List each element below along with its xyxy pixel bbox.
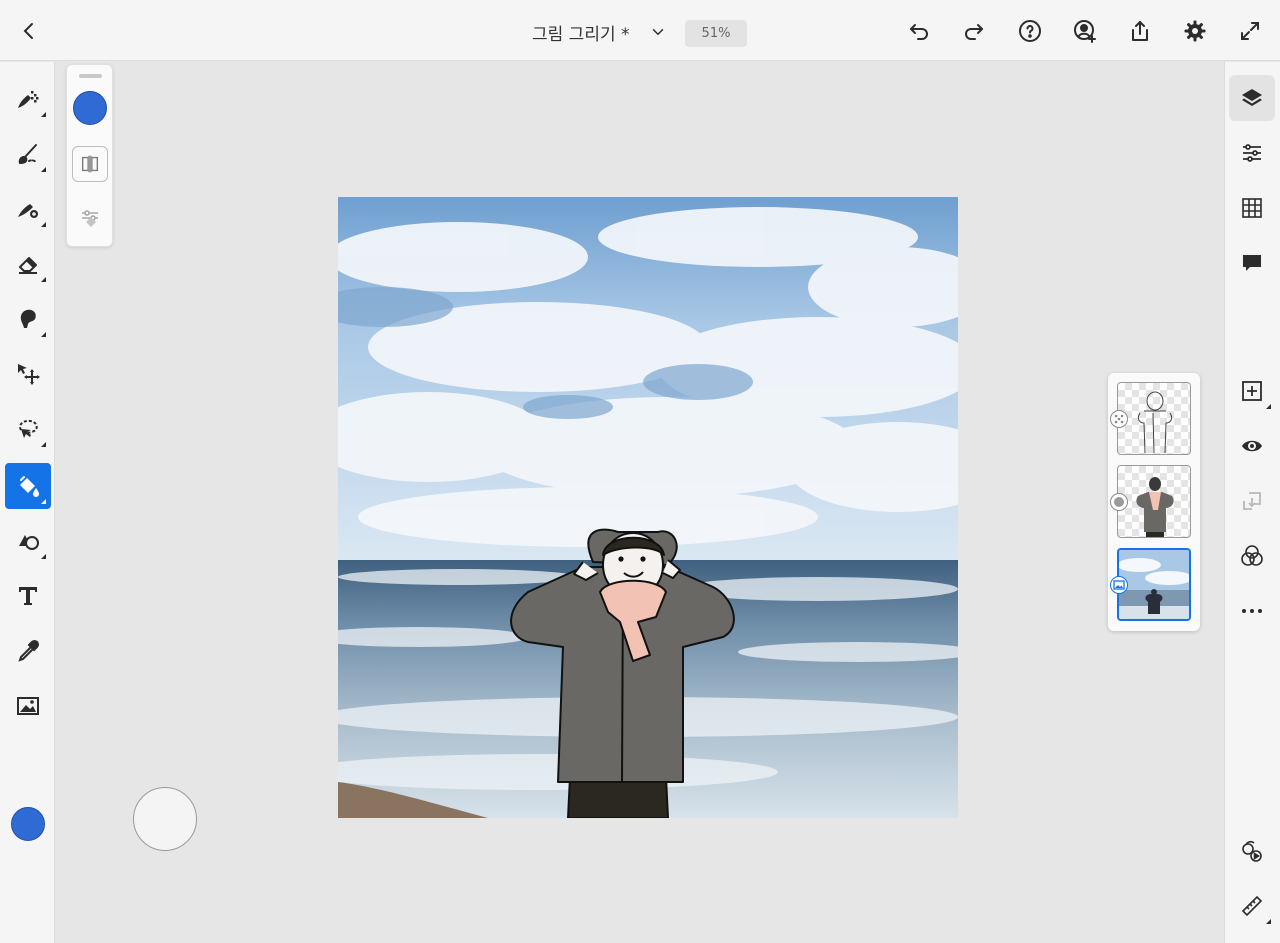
eraser-icon[interactable] — [5, 241, 51, 287]
text-icon[interactable] — [5, 573, 51, 619]
redo-icon[interactable] — [959, 16, 989, 46]
gap-closure-icon[interactable] — [73, 202, 107, 236]
drawing-canvas[interactable] — [338, 197, 958, 818]
layer-thumbnail-line-art[interactable] — [1117, 382, 1191, 455]
current-color-swatch[interactable] — [11, 807, 45, 841]
document-title[interactable]: 그림 그리기 * — [532, 20, 630, 45]
zoom-level-badge[interactable]: 51% — [685, 20, 747, 47]
pixel-layer-icon — [1110, 493, 1128, 511]
layer-thumbnail-color-fill[interactable] — [1117, 465, 1191, 538]
back-chevron-icon[interactable] — [14, 16, 44, 46]
blend-mode-icon[interactable] — [1229, 533, 1275, 579]
share-export-icon[interactable] — [1125, 16, 1155, 46]
vector-brush-icon[interactable] — [5, 186, 51, 232]
layer-properties-icon[interactable] — [1229, 130, 1275, 176]
sample-all-layers-icon[interactable] — [72, 146, 108, 182]
timelapse-replay-icon[interactable] — [1229, 828, 1275, 874]
ruler-icon[interactable] — [1229, 883, 1275, 929]
image-layer-icon — [1110, 576, 1128, 594]
live-brush-icon[interactable] — [5, 131, 51, 177]
pixel-brush-icon[interactable] — [5, 76, 51, 122]
layer-thumbnail-photo[interactable] — [1117, 548, 1191, 621]
right-toolbar — [1224, 62, 1280, 943]
chevron-down-icon[interactable] — [648, 22, 668, 42]
layers-icon[interactable] — [1229, 75, 1275, 121]
shapes-icon[interactable] — [5, 518, 51, 564]
transform-icon[interactable] — [5, 351, 51, 397]
lasso-selection-icon[interactable] — [5, 406, 51, 452]
grid-icon[interactable] — [1229, 185, 1275, 231]
vector-layer-icon — [1110, 410, 1128, 428]
eyedropper-icon[interactable] — [5, 628, 51, 674]
paint-bucket-icon[interactable] — [5, 463, 51, 509]
touch-shortcut-circle[interactable] — [133, 787, 197, 851]
left-toolbar — [0, 62, 55, 943]
add-layer-icon[interactable] — [1229, 368, 1275, 414]
merge-down-icon[interactable] — [1229, 478, 1275, 524]
top-bar: 그림 그리기 * 51% — [0, 0, 1280, 61]
comments-icon[interactable] — [1229, 240, 1275, 286]
tool-options-panel — [66, 64, 113, 247]
place-image-icon[interactable] — [5, 683, 51, 729]
settings-gear-icon[interactable] — [1180, 16, 1210, 46]
help-icon[interactable] — [1015, 16, 1045, 46]
undo-icon[interactable] — [904, 16, 934, 46]
visibility-eye-icon[interactable] — [1229, 423, 1275, 469]
smudge-icon[interactable] — [5, 296, 51, 342]
layers-panel — [1108, 373, 1200, 631]
panel-drag-handle[interactable] — [79, 74, 102, 78]
fullscreen-expand-icon[interactable] — [1235, 16, 1265, 46]
fill-color-swatch[interactable] — [73, 91, 107, 125]
sky-background — [338, 197, 958, 563]
invite-user-icon[interactable] — [1070, 16, 1100, 46]
more-options-icon[interactable] — [1229, 588, 1275, 634]
